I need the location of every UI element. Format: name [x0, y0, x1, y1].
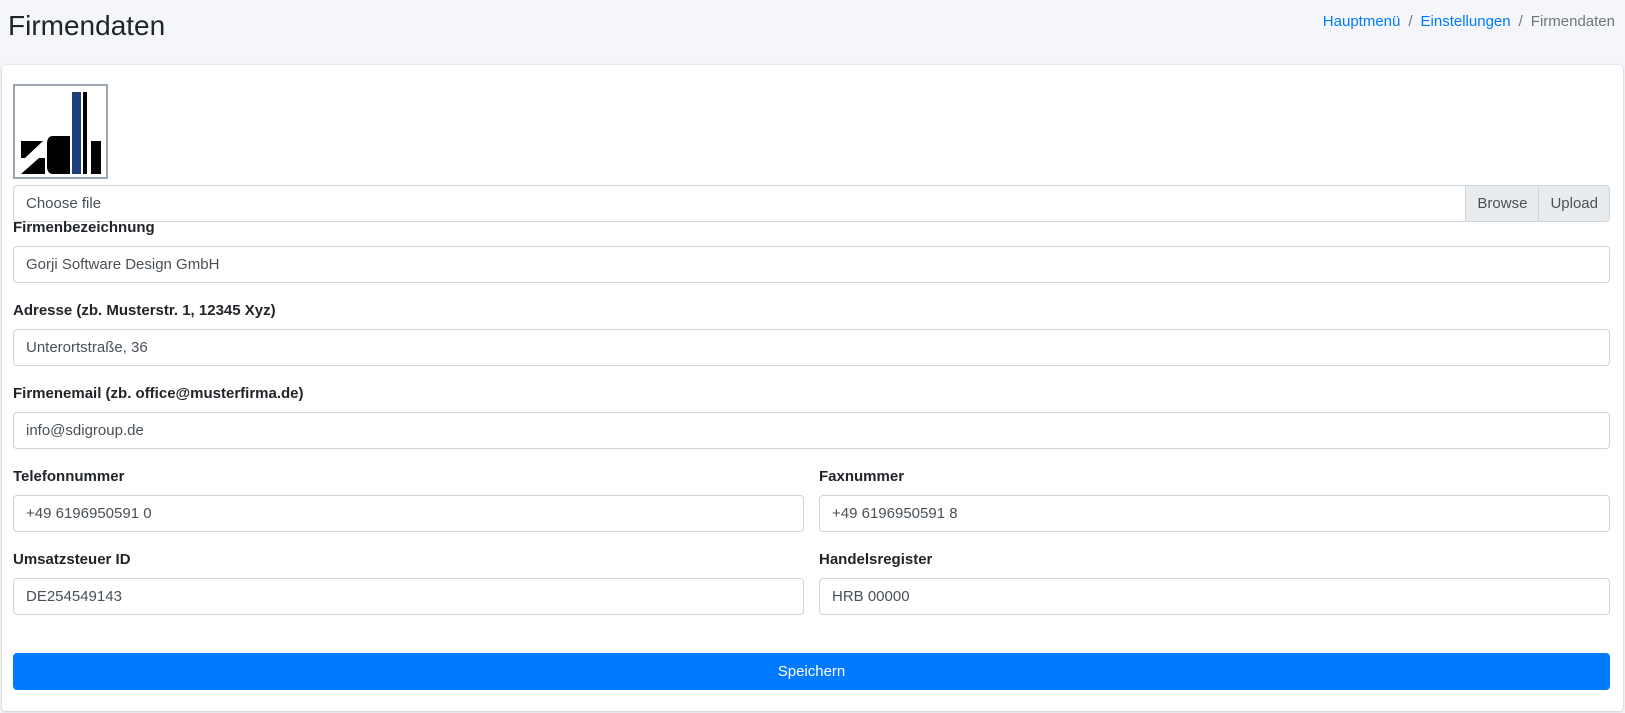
email-input[interactable]: info@sdigroup.de: [13, 412, 1610, 449]
ust-id-input[interactable]: DE254549143: [13, 578, 804, 615]
breadcrumb: Hauptmenü / Einstellungen / Firmendaten: [1323, 12, 1615, 32]
page-title: Firmendaten: [8, 10, 166, 41]
handelsregister-label: Handelsregister: [819, 551, 933, 568]
company-logo: [13, 84, 108, 179]
page-header: Firmendaten Hauptmenü / Einstellungen / …: [0, 0, 1625, 64]
browse-button[interactable]: Browse: [1465, 185, 1539, 222]
firmenbezeichnung-label: Firmenbezeichnung: [13, 219, 155, 236]
ust-id-label: Umsatzsteuer ID: [13, 551, 131, 568]
sdi-logo-icon: [21, 92, 101, 174]
save-button[interactable]: Speichern: [13, 653, 1610, 690]
firmenbezeichnung-input[interactable]: Gorji Software Design GmbH: [13, 246, 1610, 283]
adresse-label: Adresse (zb. Musterstr. 1, 12345 Xyz): [13, 302, 276, 319]
breadcrumb-link-hauptmenu[interactable]: Hauptmenü: [1323, 12, 1401, 32]
fax-label: Faxnummer: [819, 468, 905, 485]
breadcrumb-link-einstellungen[interactable]: Einstellungen: [1421, 12, 1511, 32]
adresse-input[interactable]: Unterortstraße, 36: [13, 329, 1610, 366]
breadcrumb-separator: /: [1408, 13, 1413, 30]
fax-input[interactable]: +49 6196950591 8: [819, 495, 1610, 532]
email-label: Firmenemail (zb. office@musterfirma.de): [13, 385, 304, 402]
breadcrumb-current: Firmendaten: [1530, 13, 1615, 30]
handelsregister-input[interactable]: HRB 00000: [819, 578, 1610, 615]
logo-file-upload: Choose file Browse Upload: [13, 185, 1610, 222]
upload-button[interactable]: Upload: [1538, 185, 1610, 222]
breadcrumb-separator: /: [1518, 13, 1523, 30]
file-chooser-input[interactable]: Choose file: [13, 185, 1466, 222]
telefon-label: Telefonnummer: [13, 468, 125, 485]
telefon-input[interactable]: +49 6196950591 0: [13, 495, 804, 532]
company-data-card: Choose file Browse Upload Firmenbezeichn…: [2, 65, 1623, 711]
